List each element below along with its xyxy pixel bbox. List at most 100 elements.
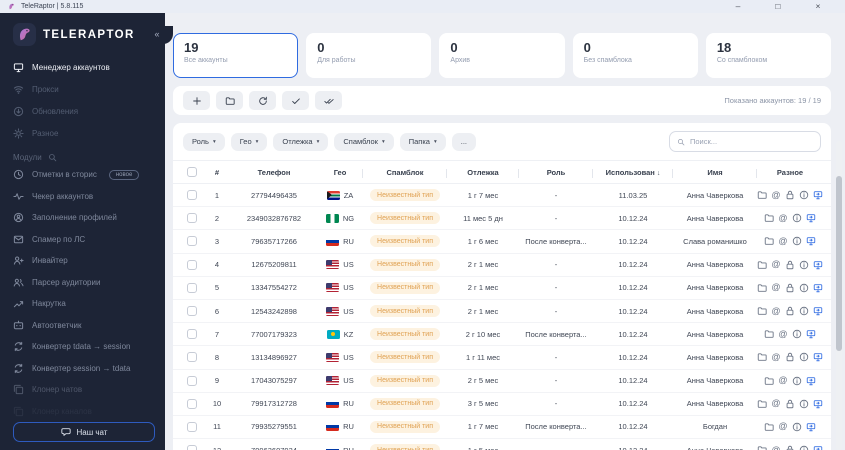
- row-checkbox[interactable]: [187, 329, 197, 340]
- table-row[interactable]: 7 77007179323 KZ Неизвестный тип 2 г 10 …: [173, 323, 831, 347]
- row-checkbox[interactable]: [187, 306, 197, 317]
- stat-card[interactable]: 18 Со спамблоком: [705, 33, 832, 78]
- col-name[interactable]: Имя: [673, 168, 757, 178]
- info-icon[interactable]: [792, 329, 802, 339]
- at-icon[interactable]: @: [771, 260, 781, 270]
- table-row[interactable]: 1 27794496435 ZA Неизвестный тип 1 г 7 м…: [173, 184, 831, 208]
- sidebar-module-item[interactable]: Заполнение профилей: [13, 207, 155, 229]
- filter-dropdown[interactable]: Папка ▾: [399, 132, 446, 151]
- folder-icon[interactable]: [757, 306, 767, 316]
- row-checkbox[interactable]: [187, 282, 197, 293]
- at-icon[interactable]: @: [771, 445, 781, 450]
- table-row[interactable]: 8 13134896927 US Неизвестный тип 1 г 11 …: [173, 346, 831, 370]
- more-filters-button[interactable]: ...: [451, 132, 477, 151]
- info-icon[interactable]: [792, 422, 802, 432]
- table-row[interactable]: 11 79935279551 RU Неизвестный тип 1 г 7 …: [173, 416, 831, 440]
- minimize-button[interactable]: –: [718, 0, 758, 13]
- folder-icon[interactable]: [757, 399, 767, 409]
- sidebar-nav-item[interactable]: Прокси: [13, 78, 155, 100]
- col-used[interactable]: Использован ↓: [593, 168, 673, 178]
- sidebar-module-item[interactable]: Накрутка: [13, 293, 155, 315]
- sidebar-module-item[interactable]: Отметки в сторис новое: [13, 164, 155, 186]
- toolbar-button[interactable]: [216, 91, 243, 110]
- lock-icon[interactable]: [785, 352, 795, 362]
- row-checkbox[interactable]: [187, 398, 197, 409]
- row-checkbox[interactable]: [187, 236, 197, 247]
- stat-card[interactable]: 0 Без спамблока: [572, 33, 698, 78]
- at-icon[interactable]: @: [778, 213, 788, 223]
- lock-icon[interactable]: [785, 190, 795, 200]
- info-icon[interactable]: [799, 352, 809, 362]
- lock-icon[interactable]: [785, 445, 795, 450]
- folder-icon[interactable]: [757, 190, 767, 200]
- sidebar-module-item[interactable]: Парсер аудитории: [13, 272, 155, 294]
- info-icon[interactable]: [799, 260, 809, 270]
- col-rest[interactable]: Отлежка: [447, 168, 519, 178]
- lock-icon[interactable]: [785, 399, 795, 409]
- lock-icon[interactable]: [785, 306, 795, 316]
- row-checkbox[interactable]: [187, 421, 197, 432]
- info-icon[interactable]: [799, 399, 809, 409]
- at-icon[interactable]: @: [771, 352, 781, 362]
- table-row[interactable]: 5 13347554272 US Неизвестный тип 2 г 1 м…: [173, 277, 831, 300]
- at-icon[interactable]: @: [771, 283, 781, 293]
- sidebar-module-item[interactable]: Конвертер session → tdata: [13, 358, 155, 380]
- row-checkbox[interactable]: [187, 213, 197, 224]
- monitor-sync-icon[interactable]: [806, 329, 816, 339]
- table-row[interactable]: 12 79963607934 RU Неизвестный тип 1 г 5 …: [173, 439, 831, 450]
- col-phone[interactable]: Телефон: [231, 168, 317, 177]
- close-button[interactable]: ×: [798, 0, 838, 13]
- sidebar-module-item[interactable]: Чекер аккаунтов: [13, 186, 155, 208]
- at-icon[interactable]: @: [771, 306, 781, 316]
- monitor-sync-icon[interactable]: [806, 213, 816, 223]
- folder-icon[interactable]: [764, 236, 774, 246]
- sidebar-nav-item[interactable]: Менеджер аккаунтов: [13, 56, 155, 78]
- sidebar-module-item[interactable]: Спамер по ЛС: [13, 229, 155, 251]
- folder-icon[interactable]: [764, 422, 774, 432]
- sidebar-module-item[interactable]: Автоответчик: [13, 315, 155, 337]
- search-input[interactable]: [690, 137, 813, 146]
- sidebar-nav-item[interactable]: Разное: [13, 122, 155, 144]
- monitor-sync-icon[interactable]: [813, 306, 823, 316]
- toolbar-button[interactable]: [315, 91, 342, 110]
- folder-icon[interactable]: [764, 329, 774, 339]
- monitor-sync-icon[interactable]: [806, 376, 816, 386]
- monitor-sync-icon[interactable]: [813, 260, 823, 270]
- sidebar-module-item[interactable]: Клонер каналов: [13, 401, 155, 423]
- row-checkbox[interactable]: [187, 375, 197, 386]
- table-row[interactable]: 3 79635717266 RU Неизвестный тип 1 г 6 м…: [173, 230, 831, 254]
- at-icon[interactable]: @: [778, 329, 788, 339]
- select-all-checkbox[interactable]: [187, 167, 197, 178]
- our-chat-button[interactable]: Наш чат: [13, 422, 155, 442]
- stat-card[interactable]: 0 Архив: [439, 33, 565, 78]
- folder-icon[interactable]: [764, 376, 774, 386]
- at-icon[interactable]: @: [778, 376, 788, 386]
- info-icon[interactable]: [799, 190, 809, 200]
- filter-dropdown[interactable]: Отлежка ▾: [273, 132, 329, 151]
- monitor-sync-icon[interactable]: [813, 190, 823, 200]
- row-checkbox[interactable]: [187, 445, 197, 450]
- col-geo[interactable]: Гео: [317, 168, 363, 178]
- table-row[interactable]: 2 2349032876782 NG Неизвестный тип 11 ме…: [173, 207, 831, 231]
- col-spamblock[interactable]: Спамблок: [363, 168, 447, 178]
- monitor-sync-icon[interactable]: [806, 236, 816, 246]
- monitor-sync-icon[interactable]: [813, 399, 823, 409]
- folder-icon[interactable]: [764, 213, 774, 223]
- at-icon[interactable]: @: [771, 190, 781, 200]
- row-checkbox[interactable]: [187, 352, 197, 363]
- table-row[interactable]: 6 12543242898 US Неизвестный тип 2 г 1 м…: [173, 300, 831, 324]
- info-icon[interactable]: [792, 236, 802, 246]
- sidebar-module-item[interactable]: Конвертер tdata → session: [13, 336, 155, 358]
- lock-icon[interactable]: [785, 260, 795, 270]
- toolbar-button[interactable]: [249, 91, 276, 110]
- table-row[interactable]: 4 12675209811 US Неизвестный тип 2 г 1 м…: [173, 254, 831, 277]
- filter-dropdown[interactable]: Роль ▾: [183, 132, 225, 151]
- maximize-button[interactable]: □: [758, 0, 798, 13]
- scrollbar-thumb[interactable]: [836, 176, 842, 351]
- info-icon[interactable]: [799, 306, 809, 316]
- info-icon[interactable]: [799, 283, 809, 293]
- filter-dropdown[interactable]: Гео ▾: [230, 132, 268, 151]
- sidebar-module-item[interactable]: Инвайтер: [13, 250, 155, 272]
- sidebar-collapse-button[interactable]: «: [141, 26, 173, 44]
- folder-icon[interactable]: [757, 260, 767, 270]
